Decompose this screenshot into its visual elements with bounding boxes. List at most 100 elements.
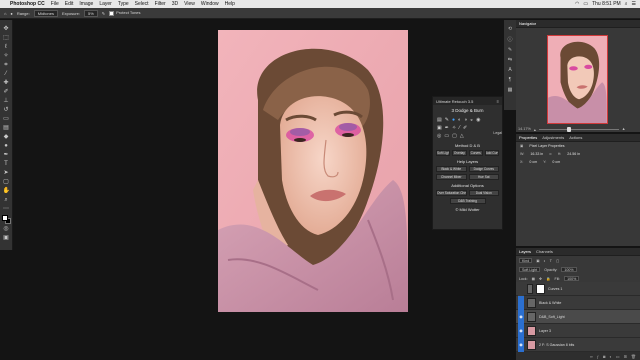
mask-icon[interactable]: ▭ — [444, 133, 449, 139]
blur-tool-icon[interactable]: ◆ — [3, 134, 10, 140]
layer-row-gaussian[interactable]: ◉ 2 F: S Gaussian 8 bits — [516, 337, 640, 352]
menu-3d[interactable]: 3D — [172, 0, 178, 8]
hand-tool-icon[interactable]: ✋ — [3, 188, 10, 194]
menu-file[interactable]: File — [51, 0, 59, 8]
character-icon[interactable]: A — [508, 67, 511, 73]
x-field[interactable]: 0 cm — [529, 160, 537, 164]
menu-app[interactable]: Photoshop CC — [10, 0, 45, 8]
canvas-image[interactable] — [218, 30, 408, 312]
menu-view[interactable]: View — [184, 0, 195, 8]
eyedropper-tool-icon[interactable]: ⁄ — [3, 71, 10, 77]
layer-row-layer-3[interactable]: ◉ Layer 3 — [516, 323, 640, 338]
menu-list-icon[interactable]: ☰ — [632, 0, 636, 8]
zoom-slider[interactable] — [538, 126, 619, 132]
dodge-curves-button[interactable]: Dodge Curves — [468, 166, 499, 172]
foreground-color-swatch[interactable] — [2, 215, 8, 221]
opacity-field[interactable]: 100% — [561, 267, 577, 272]
new-group-icon[interactable]: ▭ — [616, 354, 620, 359]
lock-all-icon[interactable]: 🔒 — [546, 277, 550, 281]
wifi-icon[interactable]: ◠ — [575, 0, 579, 8]
range-select[interactable]: Midtones — [33, 9, 58, 17]
stamp-tool-icon[interactable]: ⊥ — [3, 98, 10, 104]
layer-row-db-soft-light[interactable]: ◉ D&B_Soft_Light — [516, 309, 640, 324]
menu-layer[interactable]: Layer — [99, 0, 112, 8]
battery-icon[interactable]: ▭ — [583, 0, 588, 8]
layer-row-black-white[interactable]: Black & White — [516, 295, 640, 310]
ur-legal-label[interactable]: Legal — [493, 131, 502, 135]
gradient-tool-icon[interactable]: ▤ — [3, 125, 10, 131]
quick-select-tool-icon[interactable]: ✧ — [3, 53, 10, 59]
visibility-eye-icon[interactable] — [518, 281, 524, 296]
zoom-out-icon[interactable]: ▴ — [534, 127, 536, 132]
dual-vision-button[interactable]: Dual Vision — [468, 190, 499, 196]
layer-name[interactable]: 2 F: S Gaussian 8 bits — [539, 343, 574, 347]
history-brush-icon[interactable]: ↺ — [3, 107, 10, 113]
filter-type-icon[interactable]: T — [550, 259, 552, 263]
layers-icon[interactable]: ▤ — [437, 117, 442, 123]
visibility-eye-icon[interactable]: ◉ — [518, 323, 524, 338]
camera-icon[interactable]: ▢ — [452, 133, 457, 139]
fx-icon[interactable]: ƒ — [597, 354, 599, 359]
brush-tool-icon[interactable]: ✐ — [3, 89, 10, 95]
menu-filter[interactable]: Filter — [155, 0, 166, 8]
protect-tones-checkbox[interactable]: Protect Tones — [109, 10, 141, 16]
navigator-thumbnail[interactable] — [547, 35, 608, 124]
marquee-tool-icon[interactable]: ⬚ — [3, 35, 10, 41]
adjust-icon[interactable]: ⇆ — [508, 57, 512, 63]
zoom-in-icon[interactable]: ▲ — [622, 127, 626, 131]
stamp-icon[interactable]: ▣ — [437, 125, 442, 131]
overlay-button[interactable]: Overlay — [452, 150, 467, 156]
pencil-icon[interactable]: ✐ — [463, 125, 467, 131]
dodge-icon[interactable]: ● — [452, 117, 455, 123]
paragraph-icon[interactable]: ¶ — [509, 77, 512, 83]
w-field[interactable]: 16.33 in — [530, 152, 543, 156]
tab-properties[interactable]: Properties — [519, 135, 537, 140]
dodge-tool-icon[interactable]: ● — [10, 11, 12, 16]
brush-icon[interactable]: ✎ — [445, 117, 449, 123]
link-icon[interactable]: ∞ — [549, 152, 552, 156]
pen-icon[interactable]: ✒ — [445, 125, 449, 131]
lock-pixels-icon[interactable]: ▦ — [532, 277, 535, 281]
add-mask-icon[interactable]: ◙ — [603, 354, 605, 359]
tab-layers[interactable]: Layers — [519, 249, 531, 254]
tab-navigator[interactable]: Navigator — [519, 21, 536, 26]
link-layers-icon[interactable]: ∞ — [590, 354, 593, 359]
brush-settings-icon[interactable]: ✎ — [508, 47, 512, 53]
lasso-tool-icon[interactable]: ℓ — [3, 44, 10, 50]
sparkle-icon[interactable]: ✧ — [452, 125, 456, 131]
y-field[interactable]: 0 cm — [552, 160, 560, 164]
history-icon[interactable]: ⟲ — [508, 26, 512, 32]
menu-type[interactable]: Type — [118, 0, 129, 8]
menu-select[interactable]: Select — [135, 0, 149, 8]
layer-name[interactable]: Layer 3 — [539, 329, 551, 333]
curves-button[interactable]: Curves — [468, 150, 483, 156]
over-saturation-check-button[interactable]: Over Saturation Check — [436, 190, 467, 196]
more-tools-icon[interactable]: ⋯ — [3, 206, 10, 212]
new-layer-icon[interactable]: ⊞ — [624, 354, 627, 359]
zoom-tool-icon[interactable]: ⌕ — [3, 197, 10, 203]
tab-actions[interactable]: Actions — [569, 135, 582, 140]
pen-tool-icon[interactable]: ✒ — [3, 152, 10, 158]
filter-shape-icon[interactable]: ▢ — [556, 259, 559, 263]
hue-sat-button[interactable]: Hue Sat — [468, 174, 499, 180]
search-icon[interactable]: ⌕ — [625, 0, 628, 8]
libraries-icon[interactable]: ▦ — [508, 87, 513, 93]
new-adjustment-icon[interactable]: ◐ — [609, 354, 611, 359]
menu-edit[interactable]: Edit — [65, 0, 74, 8]
exposure-field[interactable]: 5% — [84, 9, 98, 17]
menu-help[interactable]: Help — [225, 0, 235, 8]
menu-window[interactable]: Window — [201, 0, 219, 8]
path-select-tool-icon[interactable]: ➤ — [3, 170, 10, 176]
healing-tool-icon[interactable]: ✚ — [3, 80, 10, 86]
filter-adjust-icon[interactable]: ◐ — [544, 259, 546, 263]
visibility-eye-icon[interactable]: ◉ — [518, 309, 524, 324]
eraser-tool-icon[interactable]: ▭ — [3, 116, 10, 122]
screen-mode-icon[interactable]: ▣ — [3, 235, 10, 241]
airbrush-icon[interactable]: ✎ — [102, 11, 105, 16]
dodge-tool-icon[interactable]: ● — [3, 143, 10, 149]
h-field[interactable]: 24.56 in — [567, 152, 580, 156]
kind-filter-select[interactable]: Kind — [519, 258, 533, 263]
layer-name[interactable]: D&B_Soft_Light — [539, 315, 565, 319]
contrast-icon[interactable]: ◑ — [464, 117, 467, 123]
info-icon[interactable]: ⓘ — [507, 36, 512, 43]
